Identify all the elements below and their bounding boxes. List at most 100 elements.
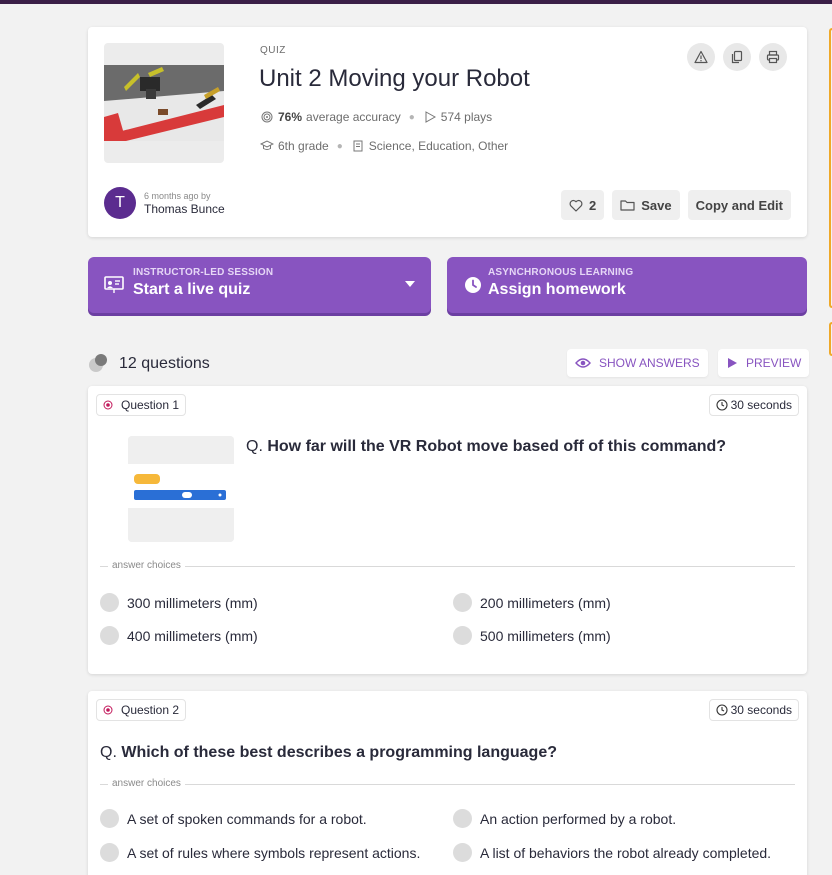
- answer-choices-label: answer choices: [108, 560, 185, 571]
- answer-choice-text: A set of spoken commands for a robot.: [127, 810, 367, 827]
- answer-choice[interactable]: 500 millimeters (mm): [453, 626, 611, 645]
- top-bar: [0, 0, 832, 4]
- copy-and-edit-label: Copy and Edit: [695, 197, 783, 213]
- answer-choice[interactable]: 400 millimeters (mm): [100, 626, 258, 645]
- radio-button[interactable]: [100, 809, 119, 828]
- question-body: How far will the VR Robot move based off…: [267, 438, 727, 455]
- presentation-icon: [104, 275, 124, 295]
- like-count: 2: [589, 197, 597, 213]
- answer-choices-divider: answer choices: [100, 560, 795, 572]
- question-number: Question 2: [121, 703, 180, 717]
- answer-choice[interactable]: A list of behaviors the robot already co…: [453, 843, 771, 862]
- answer-choice-text: 300 millimeters (mm): [127, 594, 258, 611]
- copy-and-edit-button[interactable]: Copy and Edit: [687, 190, 791, 220]
- answer-choice-text: 500 millimeters (mm): [480, 627, 611, 644]
- answer-choice[interactable]: A set of spoken commands for a robot.: [100, 809, 367, 828]
- save-button[interactable]: Save: [612, 190, 680, 220]
- quiz-thumbnail: [104, 43, 224, 163]
- radio-button[interactable]: [453, 593, 472, 612]
- question-body: Which of these best describes a programm…: [121, 744, 557, 761]
- homework-label: Assign homework: [488, 281, 626, 298]
- plays-count: 574 plays: [440, 110, 493, 124]
- answer-choice[interactable]: A set of rules where symbols represent a…: [100, 843, 420, 862]
- report-button[interactable]: [687, 43, 715, 71]
- radio-button[interactable]: [453, 843, 472, 862]
- preview-label: PREVIEW: [746, 356, 802, 370]
- quiz-header-card: QUIZ Unit 2 Moving your Robot 76% averag…: [88, 27, 807, 237]
- accuracy-value: 76%: [278, 110, 303, 124]
- radio-button[interactable]: [100, 626, 119, 645]
- quiz-title: Unit 2 Moving your Robot: [259, 65, 530, 92]
- radio-target-icon: [103, 400, 113, 410]
- assign-homework-button[interactable]: ASYNCHRONOUS LEARNING Assign homework: [447, 257, 807, 313]
- start-live-quiz-button[interactable]: INSTRUCTOR-LED SESSION Start a live quiz: [88, 257, 431, 313]
- author-info: T 6 months ago by Thomas Bunce: [104, 187, 225, 219]
- folder-icon: [620, 200, 635, 211]
- quiz-tags: 6th grade ● Science, Education, Other: [260, 139, 508, 153]
- question-text: Q. How far will the VR Robot move based …: [246, 438, 726, 456]
- question-card[interactable]: Question 2 30 seconds Q. Which of these …: [88, 691, 807, 875]
- subjects-label: Science, Education, Other: [368, 139, 509, 153]
- question-prefix: Q.: [246, 438, 263, 455]
- question-time: 30 seconds: [708, 394, 799, 416]
- question-text: Q. Which of these best describes a progr…: [100, 744, 557, 762]
- answer-choice-text: An action performed by a robot.: [480, 810, 677, 827]
- author-time: 6 months ago by: [144, 190, 211, 201]
- chevron-down-icon[interactable]: [405, 281, 415, 287]
- preview-button[interactable]: PREVIEW: [718, 349, 810, 377]
- question-label: Question 1: [96, 394, 187, 416]
- homework-kicker: ASYNCHRONOUS LEARNING: [488, 267, 634, 278]
- question-label: Question 2: [96, 699, 187, 721]
- question-prefix: Q.: [100, 744, 117, 761]
- answer-choices-divider: answer choices: [100, 778, 795, 790]
- clock-icon: [463, 275, 483, 295]
- radio-button[interactable]: [100, 593, 119, 612]
- duplicate-button[interactable]: [723, 43, 751, 71]
- target-icon: [260, 110, 274, 124]
- answer-choice[interactable]: An action performed by a robot.: [453, 809, 676, 828]
- radio-target-icon: [103, 705, 113, 715]
- answer-choice-text: 200 millimeters (mm): [480, 594, 611, 611]
- show-answers-label: SHOW ANSWERS: [599, 356, 700, 370]
- live-quiz-label: Start a live quiz: [133, 281, 251, 298]
- show-answers-button[interactable]: SHOW ANSWERS: [567, 349, 708, 377]
- live-quiz-kicker: INSTRUCTOR-LED SESSION: [133, 267, 274, 278]
- play-icon: [728, 358, 737, 368]
- radio-button[interactable]: [453, 809, 472, 828]
- questions-stack-icon: [89, 354, 107, 372]
- play-icon: [423, 110, 437, 124]
- radio-button[interactable]: [100, 843, 119, 862]
- quiz-stats: 76% average accuracy ● 574 plays: [260, 110, 492, 124]
- answer-choice-text: A list of behaviors the robot already co…: [480, 844, 772, 861]
- copy-icon: [731, 50, 743, 64]
- separator-dot: ●: [336, 140, 343, 152]
- question-time: 30 seconds: [708, 699, 799, 721]
- answer-choice-text: A set of rules where symbols represent a…: [127, 844, 421, 861]
- questions-header: 12 questions SHOW ANSWERS PREVIEW: [88, 349, 810, 379]
- author-name[interactable]: Thomas Bunce: [144, 202, 225, 216]
- header-actions: [687, 43, 787, 71]
- separator-dot: ●: [408, 111, 415, 123]
- like-button[interactable]: 2: [561, 190, 605, 220]
- radio-button[interactable]: [453, 626, 472, 645]
- warning-icon: [694, 50, 708, 64]
- answer-choices-label: answer choices: [108, 778, 185, 789]
- questions-count: 12 questions: [119, 355, 210, 372]
- avatar[interactable]: T: [104, 187, 136, 219]
- clock-icon: [716, 399, 728, 411]
- answer-choice-text: 400 millimeters (mm): [127, 627, 258, 644]
- clock-icon: [716, 704, 728, 716]
- question-number: Question 1: [121, 398, 180, 412]
- eye-icon: [575, 358, 591, 368]
- accuracy-label: average accuracy: [306, 110, 401, 124]
- print-button[interactable]: [759, 43, 787, 71]
- heart-icon: [569, 199, 583, 212]
- question-image: [128, 436, 234, 542]
- book-icon: [351, 139, 365, 153]
- grade-label: 6th grade: [278, 139, 329, 153]
- answer-choice[interactable]: 200 millimeters (mm): [453, 593, 611, 612]
- graduation-cap-icon: [260, 139, 274, 153]
- quiz-actions: 2 Save Copy and Edit: [561, 190, 791, 220]
- answer-choice[interactable]: 300 millimeters (mm): [100, 593, 258, 612]
- question-card[interactable]: Question 1 30 seconds Q. How far will th…: [88, 386, 807, 674]
